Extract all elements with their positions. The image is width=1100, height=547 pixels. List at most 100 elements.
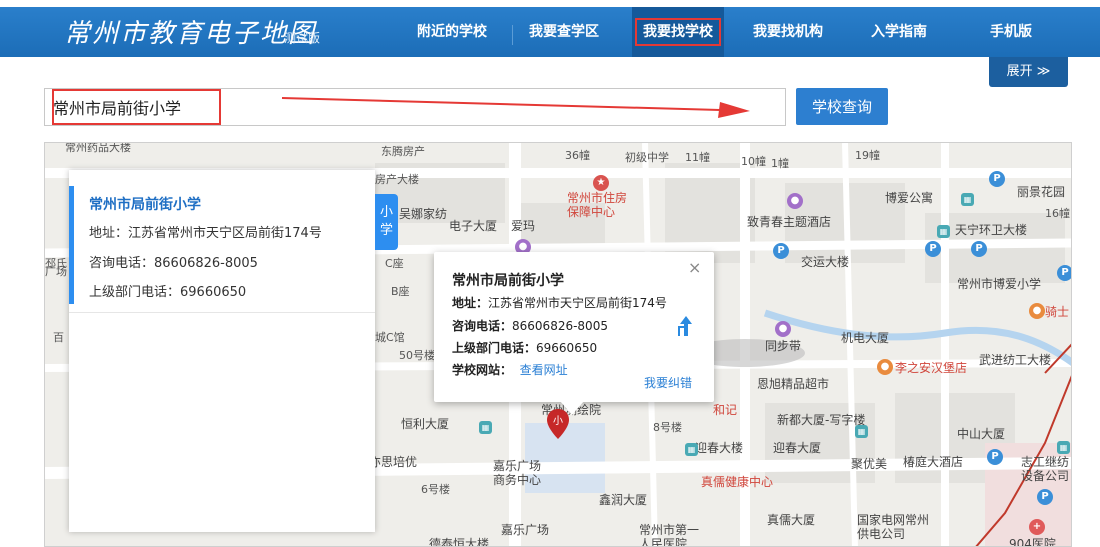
map-label: 真儒健康中心: [701, 475, 774, 489]
result-panel: 常州市局前街小学 地址：江苏省常州市天宁区局前街174号 咨询电话：866068…: [69, 170, 375, 532]
map-label: 天宁环卫大楼: [955, 223, 1028, 237]
map-label: 房产大楼: [375, 173, 419, 186]
parking-icon[interactable]: P: [1057, 265, 1071, 281]
map-label: 李之安汉堡店: [895, 361, 968, 375]
map-label: 城C馆: [375, 331, 405, 344]
map-label: 真儒大厦: [767, 513, 816, 527]
popup-website-row: 学校网站： 查看网址: [452, 361, 568, 378]
nav-nearby-schools[interactable]: 附近的学校: [410, 7, 494, 57]
annotation-arrow: [281, 97, 750, 118]
map-label: 8号楼: [653, 421, 682, 434]
parking-icon[interactable]: P: [987, 449, 1003, 465]
food-icon[interactable]: ●: [1029, 303, 1045, 319]
popup-title: 常州市局前街小学: [452, 273, 564, 289]
map-label: 椿庭大酒店: [903, 455, 964, 469]
map-label: 国家电网常州供电公司: [857, 513, 930, 541]
popup-website-label: 学校网站：: [452, 363, 513, 377]
panel-accent-bar: [69, 186, 74, 304]
close-icon[interactable]: ×: [688, 258, 701, 277]
popup-address-label: 地址：: [452, 296, 489, 310]
popup-phone-row: 咨询电话：86606826-8005: [452, 317, 608, 334]
map-label: 电子大厦: [449, 219, 498, 233]
poi-icon[interactable]: ★: [593, 175, 609, 191]
popup-dept-label: 上级部门电话：: [452, 341, 537, 355]
building-icon: ▦: [961, 193, 974, 206]
popup-dept-phone: 69660650: [536, 341, 598, 355]
website-link[interactable]: 查看网址: [520, 363, 568, 377]
map-label: C座: [385, 257, 404, 270]
logo-badge: 测试版: [284, 31, 321, 45]
map-label: 迎春大厦: [773, 441, 822, 455]
parking-icon[interactable]: P: [925, 241, 941, 257]
result-title[interactable]: 常州市局前街小学: [89, 194, 201, 214]
map-label: 10幢: [741, 155, 766, 168]
result-address: 地址：江苏省常州市天宁区局前街174号: [89, 226, 322, 241]
map-label: 机电大厦: [841, 331, 890, 345]
map-label: 11幢: [685, 151, 710, 164]
poi-icon[interactable]: ●: [787, 193, 803, 209]
panel-tab-primary[interactable]: 小学: [375, 194, 398, 250]
popup-phone-label: 咨询电话：: [452, 319, 513, 333]
expand-button[interactable]: 展开 ≫: [989, 57, 1068, 87]
nav-find-institution[interactable]: 我要找机构: [746, 7, 830, 57]
map-label: 百: [53, 331, 64, 344]
info-popup: × 常州市局前街小学 地址：江苏省常州市天宁区局前街174号 咨询电话：8660…: [434, 252, 714, 402]
navigate-icon[interactable]: [676, 314, 696, 338]
map-label: 吴娜家纺: [399, 207, 448, 221]
nav-mobile[interactable]: 手机版: [980, 7, 1042, 57]
parking-icon[interactable]: P: [773, 243, 789, 259]
map-label: 16幢: [1045, 207, 1070, 220]
popup-pointer: [560, 401, 584, 415]
school-search-button[interactable]: 学校查询: [796, 88, 888, 125]
map-label: 904医院: [1009, 537, 1056, 547]
highlight-box: [52, 89, 221, 125]
nav-admission-guide[interactable]: 入学指南: [862, 7, 936, 57]
map-label: 常州市博爱小学: [957, 277, 1042, 291]
map-label: 邳氏: [45, 257, 67, 270]
map-label: 新都大厦-写字楼: [777, 413, 866, 427]
popup-address: 江苏省常州市天宁区局前街174号: [488, 296, 667, 310]
map-label: 鑫润大厦: [599, 493, 648, 507]
map-label: 致青春主题酒店: [747, 215, 832, 229]
popup-phone: 86606826-8005: [512, 319, 608, 333]
map-label: 交运大楼: [801, 255, 850, 269]
map-label: 6号楼: [421, 483, 450, 496]
nav-find-school[interactable]: 我要找学校: [632, 7, 724, 57]
map-label: 德泰恒大楼: [429, 537, 490, 547]
map-label: 和记: [713, 403, 738, 417]
map-label: 36幢: [565, 149, 590, 162]
map-label: 嘉乐广场商务中心: [493, 459, 542, 487]
map-label: 骑士: [1045, 305, 1070, 319]
map-label: 常州市住房保障中心: [567, 191, 628, 219]
food-icon[interactable]: ●: [877, 359, 893, 375]
site-logo[interactable]: 常州市教育电子地图: [64, 13, 316, 50]
hospital-icon[interactable]: +: [1029, 519, 1045, 535]
map-label: 初级中学: [625, 151, 669, 164]
nav-school-district[interactable]: 我要查学区: [522, 7, 606, 57]
svg-text:小: 小: [553, 415, 563, 427]
poi-icon[interactable]: ●: [775, 321, 791, 337]
popup-address-row: 地址：江苏省常州市天宁区局前街174号: [452, 294, 667, 311]
report-error-link[interactable]: 我要纠错: [644, 374, 692, 391]
result-phone: 咨询电话：86606826-8005: [89, 256, 258, 271]
panel-divider: [69, 312, 375, 313]
parking-icon[interactable]: P: [971, 241, 987, 257]
map-label: 恒利大厦: [401, 417, 450, 431]
map-label: 常州市第一人民医院: [639, 523, 700, 547]
building-icon: ▦: [479, 421, 492, 434]
map-label: 迎春大楼: [695, 441, 744, 455]
map-label: 19幢: [855, 149, 880, 162]
map-label: 爱玛: [511, 219, 536, 233]
map-label: 恩旭精品超市: [757, 377, 830, 391]
map-label: 武进纺工大楼: [979, 353, 1052, 367]
building-icon: ▦: [1057, 441, 1070, 454]
map-label: 常州药品大楼: [65, 142, 131, 154]
building-icon: ▦: [685, 443, 698, 456]
map-label: 博爱公寓: [885, 191, 934, 205]
parking-icon[interactable]: P: [989, 171, 1005, 187]
map-label: 中山大厦: [957, 427, 1006, 441]
map-label: B座: [391, 285, 410, 298]
building-icon: ▦: [937, 225, 950, 238]
map-label: 丽景花园: [1017, 185, 1066, 199]
parking-icon[interactable]: P: [1037, 489, 1053, 505]
